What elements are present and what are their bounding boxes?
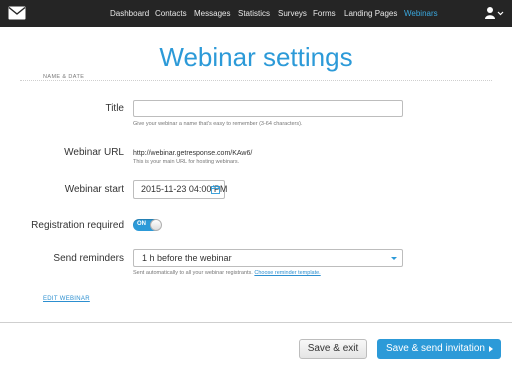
send-reminders-hint: Sent automatically to all your webinar r… <box>133 270 321 276</box>
nav-landing-pages[interactable]: Landing Pages <box>344 0 397 27</box>
edit-webinar-link[interactable]: EDIT WEBINAR <box>43 296 90 302</box>
nav-webinars[interactable]: Webinars <box>404 0 438 27</box>
chevron-down-icon <box>391 257 397 260</box>
footer-divider <box>0 322 512 323</box>
save-exit-button[interactable]: Save & exit <box>299 339 367 359</box>
save-send-invitation-button[interactable]: Save & send invitation <box>377 339 501 359</box>
webinar-url-value: http://webinar.getresponse.com/KAw6/ <box>133 150 253 157</box>
user-account-icon[interactable] <box>485 6 505 20</box>
send-reminders-label: Send reminders <box>53 253 124 264</box>
calendar-icon[interactable] <box>211 185 220 194</box>
section-label-name-date: NAME & DATE <box>41 74 87 80</box>
nav-dashboard[interactable]: Dashboard <box>110 0 149 27</box>
page-title: Webinar settings <box>159 42 353 72</box>
top-navigation-bar: Dashboard Contacts Messages Statistics S… <box>0 0 512 27</box>
nav-messages[interactable]: Messages <box>194 0 230 27</box>
webinar-start-label: Webinar start <box>64 184 124 195</box>
webinar-url-hint: This is your main URL for hosting webina… <box>133 159 240 165</box>
send-reminders-select[interactable]: 1 h before the webinar <box>133 249 403 267</box>
nav-statistics[interactable]: Statistics <box>238 0 270 27</box>
reminders-hint-text: Sent automatically to all your webinar r… <box>133 270 253 276</box>
save-send-invitation-label: Save & send invitation <box>386 343 485 354</box>
arrow-right-icon <box>489 346 493 352</box>
toggle-state-text: ON <box>137 220 146 227</box>
title-label: Title <box>105 103 124 114</box>
nav-contacts[interactable]: Contacts <box>155 0 187 27</box>
envelope-logo-icon[interactable] <box>8 6 26 20</box>
nav-forms[interactable]: Forms <box>313 0 336 27</box>
registration-required-label: Registration required <box>31 220 124 231</box>
send-reminders-value: 1 h before the webinar <box>142 253 232 263</box>
title-hint: Give your webinar a name that's easy to … <box>133 121 303 127</box>
choose-reminder-template-link[interactable]: Choose reminder template. <box>254 270 320 276</box>
title-input[interactable] <box>133 100 403 117</box>
webinar-url-label: Webinar URL <box>64 147 124 158</box>
section-divider <box>20 80 492 81</box>
nav-surveys[interactable]: Surveys <box>278 0 307 27</box>
webinar-start-input[interactable]: 2015-11-23 04:00 PM <box>133 180 227 199</box>
toggle-knob <box>150 219 162 231</box>
registration-toggle[interactable]: ON <box>133 219 162 231</box>
